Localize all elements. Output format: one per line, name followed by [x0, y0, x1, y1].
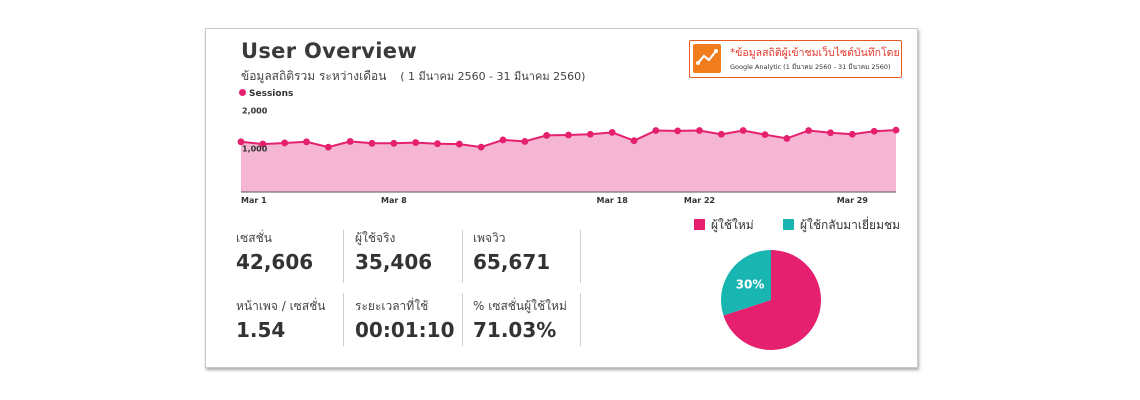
metric-label: % เซสชั่นผู้ใช้ใหม่ — [473, 299, 567, 313]
metric-label: ระยะเวลาที่ใช้ — [355, 299, 429, 313]
divider — [462, 293, 463, 346]
sessions-area — [241, 130, 896, 192]
pie-legend-returning: ผู้ใช้กลับมาเยี่ยมชม — [783, 216, 900, 235]
metric-value: 71.03% — [473, 318, 557, 342]
sessions-point — [870, 127, 878, 135]
sessions-point — [303, 138, 310, 146]
sessions-point — [848, 130, 856, 138]
sessions-point — [434, 140, 441, 148]
sessions-point — [630, 137, 638, 145]
metric-new-sessions: % เซสชั่นผู้ใช้ใหม่ 71.03% — [473, 297, 567, 342]
sessions-point — [477, 143, 485, 151]
legend-label-new: ผู้ใช้ใหม่ — [711, 218, 754, 232]
sessions-point — [805, 127, 813, 134]
metric-label: ผู้ใช้จริง — [355, 231, 396, 245]
metric-pages-per-session: หน้าเพจ / เซสชั่น 1.54 — [236, 297, 325, 342]
sessions-point — [324, 143, 332, 151]
sessions-point — [565, 131, 572, 139]
x-tick-label: Mar 1 — [241, 196, 267, 205]
sessions-point — [281, 139, 289, 147]
legend-swatch-returning — [783, 219, 794, 230]
sessions-point — [739, 127, 747, 134]
metric-label: หน้าเพจ / เซสชั่น — [236, 299, 326, 313]
metric-label: เพจวิว — [473, 231, 506, 245]
x-tick-label: Mar 29 — [837, 196, 869, 205]
legend-swatch-new — [694, 219, 705, 230]
sessions-point — [521, 138, 529, 145]
sessions-point — [892, 126, 900, 134]
metric-value: 42,606 — [236, 250, 314, 274]
sessions-point — [652, 127, 660, 134]
divider — [343, 230, 344, 283]
metric-users: ผู้ใช้จริง 35,406 — [355, 229, 432, 274]
metric-value: 1.54 — [236, 318, 286, 342]
sessions-point — [717, 130, 725, 138]
sessions-point — [543, 132, 551, 139]
sessions-point — [608, 128, 616, 136]
sessions-point — [827, 129, 834, 137]
x-tick-label: Mar 8 — [381, 196, 407, 205]
sessions-point — [586, 130, 594, 138]
sessions-point — [346, 138, 354, 145]
sessions-point — [455, 140, 463, 148]
pie-legend-new-users: ผู้ใช้ใหม่ — [694, 216, 754, 235]
divider — [462, 230, 463, 283]
overview-card: User Overview ข้อมูลสถิติรวม ระหว่างเดือ… — [205, 28, 918, 368]
sessions-point — [412, 139, 420, 146]
sessions-point — [390, 139, 398, 147]
metric-duration: ระยะเวลาที่ใช้ 00:01:10 — [355, 297, 455, 342]
metric-label: เซสชั่น — [236, 231, 272, 245]
sessions-point — [783, 135, 791, 142]
y-tick-label: 2,000 — [242, 107, 268, 116]
y-tick-label: 1,000 — [242, 144, 268, 153]
divider — [580, 293, 581, 346]
sessions-point — [368, 139, 376, 147]
metric-pageviews: เพจวิว 65,671 — [473, 229, 550, 274]
x-tick-label: Mar 22 — [684, 196, 715, 205]
metric-value: 65,671 — [473, 250, 551, 274]
sessions-point — [499, 136, 507, 144]
sessions-point — [696, 127, 703, 134]
metric-value: 35,406 — [355, 250, 433, 274]
x-tick-label: Mar 18 — [597, 196, 629, 205]
divider — [343, 293, 344, 346]
divider — [580, 230, 581, 283]
legend-label-returning: ผู้ใช้กลับมาเยี่ยมชม — [800, 218, 901, 232]
metric-value: 00:01:10 — [355, 318, 455, 342]
sessions-point — [761, 131, 769, 139]
metric-sessions: เซสชั่น 42,606 — [236, 229, 313, 274]
pie-data-label: 30% — [736, 278, 765, 292]
sessions-point — [674, 127, 682, 135]
